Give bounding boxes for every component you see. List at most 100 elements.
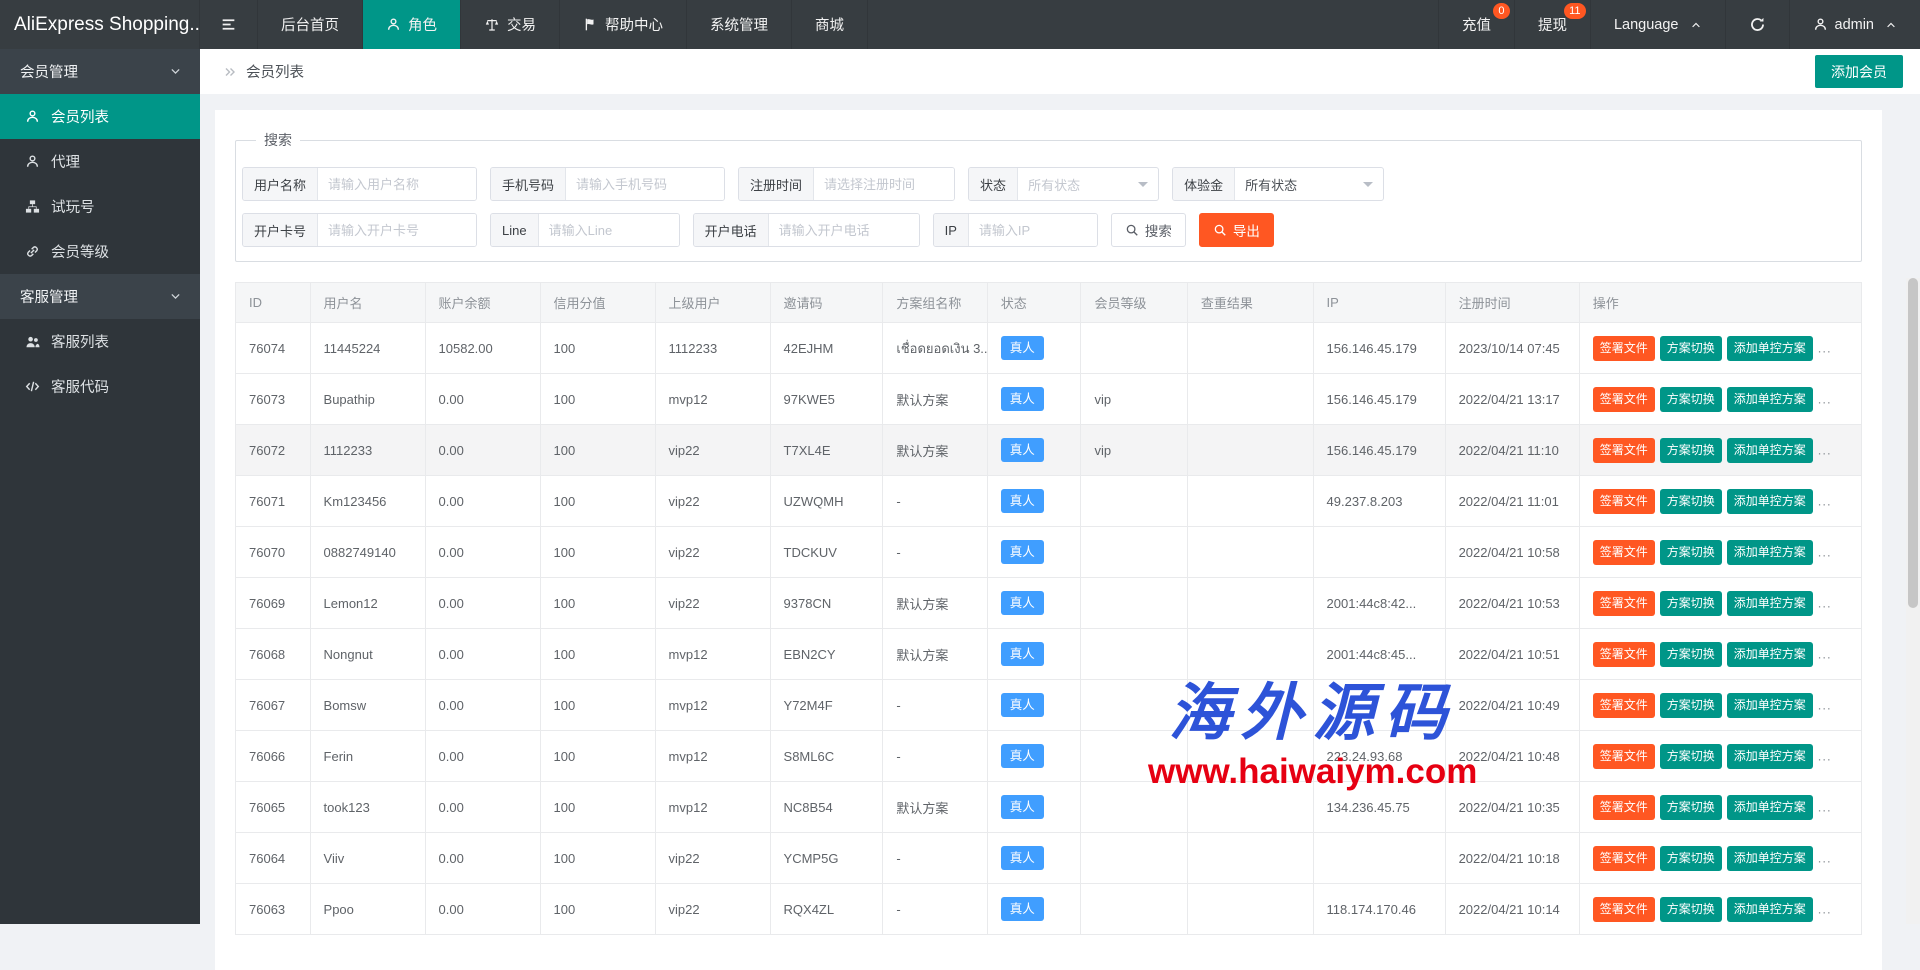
sign-file-button[interactable]: 签署文件 (1593, 540, 1655, 565)
cell-invite: 9378CN (770, 578, 883, 629)
nav-item-roles[interactable]: 角色 (363, 0, 461, 49)
add-single-plan-button[interactable]: 添加单控方案 (1727, 846, 1813, 871)
link-icon (24, 244, 41, 259)
status-badge[interactable]: 真人 (1001, 744, 1044, 769)
add-single-plan-button[interactable]: 添加单控方案 (1727, 795, 1813, 820)
line-input[interactable] (539, 214, 679, 246)
sidebar-item-service-code[interactable]: 客服代码 (0, 364, 200, 409)
status-badge[interactable]: 真人 (1001, 846, 1044, 871)
phone-input[interactable] (566, 168, 724, 200)
status-badge[interactable]: 真人 (1001, 336, 1044, 361)
more-actions-button[interactable]: ... (1818, 340, 1832, 355)
sign-file-button[interactable]: 签署文件 (1593, 693, 1655, 718)
export-button[interactable]: 导出 (1199, 213, 1274, 247)
plan-switch-button[interactable]: 方案切换 (1660, 795, 1722, 820)
sidebar-collapse-icon[interactable] (200, 0, 258, 49)
status-badge[interactable]: 真人 (1001, 642, 1044, 667)
more-actions-button[interactable]: ... (1818, 646, 1832, 661)
ip-input[interactable] (969, 214, 1097, 246)
status-badge[interactable]: 真人 (1001, 591, 1044, 616)
sign-file-button[interactable]: 签署文件 (1593, 387, 1655, 412)
scrollbar-thumb[interactable] (1908, 278, 1918, 608)
plan-switch-button[interactable]: 方案切换 (1660, 489, 1722, 514)
add-single-plan-button[interactable]: 添加单控方案 (1727, 540, 1813, 565)
sign-file-button[interactable]: 签署文件 (1593, 591, 1655, 616)
nav-item-dashboard[interactable]: 后台首页 (258, 0, 363, 49)
sidebar-group-service-management[interactable]: 客服管理 (0, 274, 200, 319)
sidebar-item-service-list[interactable]: 客服列表 (0, 319, 200, 364)
plan-switch-button[interactable]: 方案切换 (1660, 438, 1722, 463)
plan-switch-button[interactable]: 方案切换 (1660, 591, 1722, 616)
status-select[interactable]: 所有状态 (1018, 168, 1158, 200)
more-actions-button[interactable]: ... (1818, 391, 1832, 406)
plan-switch-button[interactable]: 方案切换 (1660, 897, 1722, 922)
vertical-scrollbar[interactable] (1906, 278, 1920, 924)
recharge-button[interactable]: 充值 0 (1438, 0, 1514, 49)
card-number-input[interactable] (318, 214, 476, 246)
add-single-plan-button[interactable]: 添加单控方案 (1727, 336, 1813, 361)
more-actions-button[interactable]: ... (1818, 595, 1832, 610)
sign-file-button[interactable]: 签署文件 (1593, 489, 1655, 514)
cell-invite: Y72M4F (770, 680, 883, 731)
status-badge[interactable]: 真人 (1001, 540, 1044, 565)
more-actions-button[interactable]: ... (1818, 850, 1832, 865)
plan-switch-button[interactable]: 方案切换 (1660, 642, 1722, 667)
sign-file-button[interactable]: 签署文件 (1593, 744, 1655, 769)
cell-plan: - (883, 680, 987, 731)
status-badge[interactable]: 真人 (1001, 489, 1044, 514)
more-actions-button[interactable]: ... (1818, 901, 1832, 916)
nav-item-mall[interactable]: 商城 (792, 0, 868, 49)
sign-file-button[interactable]: 签署文件 (1593, 642, 1655, 667)
status-badge[interactable]: 真人 (1001, 387, 1044, 412)
sign-file-button[interactable]: 签署文件 (1593, 336, 1655, 361)
plan-switch-button[interactable]: 方案切换 (1660, 693, 1722, 718)
add-member-button[interactable]: 添加会员 (1815, 55, 1903, 88)
plan-switch-button[interactable]: 方案切换 (1660, 846, 1722, 871)
sign-file-button[interactable]: 签署文件 (1593, 897, 1655, 922)
more-actions-button[interactable]: ... (1818, 799, 1832, 814)
nav-item-help-center[interactable]: 帮助中心 (560, 0, 687, 49)
trial-select[interactable]: 所有状态 (1235, 168, 1383, 200)
refresh-button[interactable] (1725, 0, 1789, 49)
sidebar-item-demo-account[interactable]: 试玩号 (0, 184, 200, 229)
more-actions-button[interactable]: ... (1818, 493, 1832, 508)
more-actions-button[interactable]: ... (1818, 442, 1832, 457)
cell-plan: - (883, 527, 987, 578)
status-badge[interactable]: 真人 (1001, 438, 1044, 463)
plan-switch-button[interactable]: 方案切换 (1660, 744, 1722, 769)
add-single-plan-button[interactable]: 添加单控方案 (1727, 642, 1813, 667)
nav-item-trade[interactable]: 交易 (461, 0, 560, 49)
status-badge[interactable]: 真人 (1001, 693, 1044, 718)
more-actions-button[interactable]: ... (1818, 544, 1832, 559)
sidebar-item-agent[interactable]: 代理 (0, 139, 200, 184)
add-single-plan-button[interactable]: 添加单控方案 (1727, 438, 1813, 463)
add-single-plan-button[interactable]: 添加单控方案 (1727, 489, 1813, 514)
plan-switch-button[interactable]: 方案切换 (1660, 387, 1722, 412)
language-dropdown[interactable]: Language (1590, 0, 1725, 49)
add-single-plan-button[interactable]: 添加单控方案 (1727, 591, 1813, 616)
sidebar-group-member-management[interactable]: 会员管理 (0, 49, 200, 94)
open-phone-input[interactable] (769, 214, 919, 246)
add-single-plan-button[interactable]: 添加单控方案 (1727, 387, 1813, 412)
sign-file-button[interactable]: 签署文件 (1593, 795, 1655, 820)
withdraw-button[interactable]: 提现 11 (1514, 0, 1590, 49)
add-single-plan-button[interactable]: 添加单控方案 (1727, 897, 1813, 922)
add-single-plan-button[interactable]: 添加单控方案 (1727, 693, 1813, 718)
plan-switch-button[interactable]: 方案切换 (1660, 540, 1722, 565)
cell-level (1081, 323, 1187, 374)
sign-file-button[interactable]: 签署文件 (1593, 438, 1655, 463)
status-badge[interactable]: 真人 (1001, 795, 1044, 820)
search-button[interactable]: 搜索 (1111, 213, 1186, 247)
sidebar-item-member-level[interactable]: 会员等级 (0, 229, 200, 274)
sidebar-item-member-list[interactable]: 会员列表 (0, 94, 200, 139)
plan-switch-button[interactable]: 方案切换 (1660, 336, 1722, 361)
more-actions-button[interactable]: ... (1818, 748, 1832, 763)
sign-file-button[interactable]: 签署文件 (1593, 846, 1655, 871)
username-input[interactable] (318, 168, 476, 200)
admin-menu[interactable]: admin (1789, 0, 1920, 49)
nav-item-system[interactable]: 系统管理 (687, 0, 792, 49)
add-single-plan-button[interactable]: 添加单控方案 (1727, 744, 1813, 769)
more-actions-button[interactable]: ... (1818, 697, 1832, 712)
status-badge[interactable]: 真人 (1001, 897, 1044, 922)
regtime-input[interactable] (814, 168, 954, 200)
